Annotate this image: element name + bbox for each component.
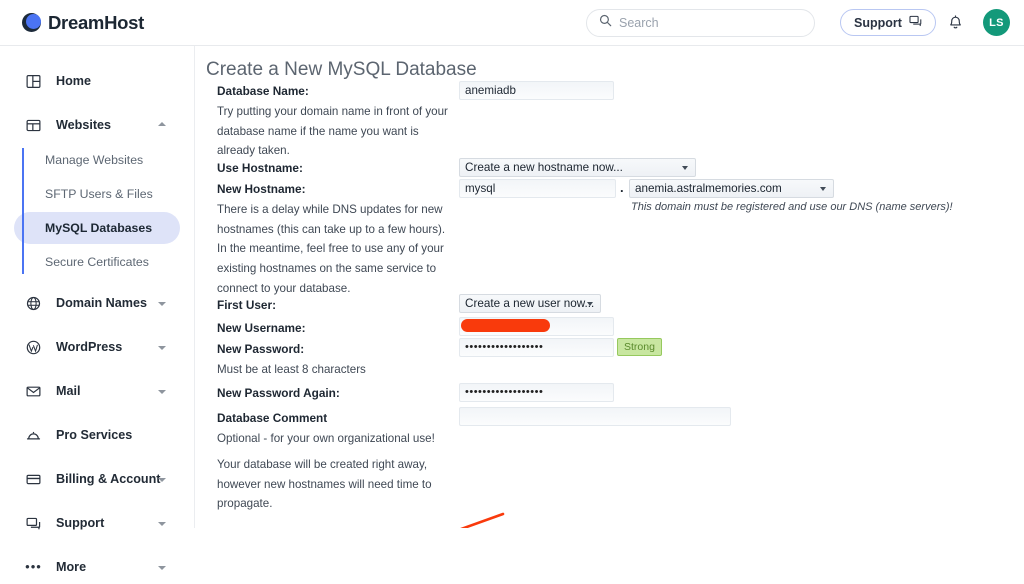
label-new-password: New Password: [217,342,304,356]
sidebar-item-label: Websites [56,118,111,132]
search-input[interactable] [619,16,802,30]
helper-new-password: Must be at least 8 characters [217,360,447,380]
helper-database-comment: Optional - for your own organizational u… [217,429,467,449]
helper-new-hostname: There is a delay while DNS updates for n… [217,200,457,299]
sidebar-subitem-label: Secure Certificates [45,255,149,269]
chat-bubble-icon [24,516,43,531]
sidebar-item-mysql-databases[interactable]: MySQL Databases [14,212,180,244]
main-content: Create a New MySQL Database Database Nam… [195,46,1024,528]
websites-subnav: Manage Websites SFTP Users & Files MySQL… [0,144,194,278]
username-redaction-overlay [461,319,550,332]
chevron-down-icon [158,302,166,306]
sidebar-item-sftp-users-files[interactable]: SFTP Users & Files [14,178,180,210]
page-title: Create a New MySQL Database [206,59,477,81]
domain-registration-note: This domain must be registered and use o… [631,201,953,213]
chevron-down-icon [158,478,166,482]
sidebar-item-billing-account[interactable]: Billing & Account [14,462,180,496]
support-button-label: Support [854,16,902,30]
label-new-username: New Username: [217,321,306,335]
chevron-down-icon [682,166,688,170]
label-new-hostname: New Hostname: [217,182,306,196]
creation-footer-note: Your database will be created right away… [217,455,457,514]
label-first-user: First User: [217,298,276,312]
database-name-input[interactable] [459,81,614,100]
sidebar-item-wordpress[interactable]: WordPress [14,330,180,364]
use-hostname-selected-value: Create a new hostname now... [465,161,623,174]
sidebar: Home Websites Manage Websites SFTP Users… [0,46,195,528]
notifications-bell-icon[interactable] [944,11,966,33]
new-password-again-masked-value: •••••••••••••••••• [465,386,543,398]
helper-database-name: Try putting your domain name in front of… [217,102,457,161]
search-box[interactable] [586,9,815,37]
hostname-separator: . [620,180,624,195]
ellipsis-icon: ••• [24,563,43,571]
top-bar: DreamHost Support LS [0,0,1024,46]
hostname-domain-select[interactable]: anemia.astralmemories.com [629,179,834,198]
new-hostname-prefix-input[interactable] [459,179,616,198]
sidebar-item-support[interactable]: Support [14,506,180,540]
brand-name: DreamHost [48,12,144,34]
sidebar-item-label: Pro Services [56,428,132,442]
credit-card-icon [24,472,43,487]
globe-icon [24,296,43,311]
new-password-input[interactable]: •••••••••••••••••• [459,338,614,357]
sidebar-item-pro-services[interactable]: Pro Services [14,418,180,452]
label-new-password-again: New Password Again: [217,386,340,400]
dashboard-icon [24,74,43,89]
chat-bubble-icon [909,15,922,31]
sidebar-item-label: WordPress [56,340,122,354]
chevron-down-icon [158,522,166,526]
user-avatar[interactable]: LS [983,9,1010,36]
wordpress-icon [24,340,43,355]
brand-logo[interactable]: DreamHost [22,12,144,34]
first-user-selected-value: Create a new user now... [465,297,594,310]
browser-window-icon [24,118,43,133]
sidebar-subitem-label: MySQL Databases [45,221,152,235]
label-use-hostname: Use Hostname: [217,161,303,175]
sidebar-item-label: Domain Names [56,296,147,310]
first-user-select[interactable]: Create a new user now... [459,294,601,313]
sidebar-subitem-label: SFTP Users & Files [45,187,153,201]
new-password-masked-value: •••••••••••••••••• [465,341,543,353]
sidebar-item-manage-websites[interactable]: Manage Websites [14,144,180,176]
sidebar-item-label: Home [56,74,91,88]
use-hostname-select[interactable]: Create a new hostname now... [459,158,696,177]
chevron-down-icon [158,390,166,394]
new-password-again-input[interactable]: •••••••••••••••••• [459,383,614,402]
chevron-up-icon [158,122,166,126]
chevron-down-icon [158,346,166,350]
sidebar-item-domain-names[interactable]: Domain Names [14,286,180,320]
support-button[interactable]: Support [840,9,936,36]
label-database-name: Database Name: [217,84,309,98]
sidebar-item-label: Billing & Account [56,472,160,486]
password-strength-badge: Strong [617,338,662,356]
sidebar-subitem-label: Manage Websites [45,153,143,167]
chevron-down-icon [820,187,826,191]
sidebar-item-mail[interactable]: Mail [14,374,180,408]
chevron-down-icon [158,566,166,570]
dreamhost-moon-logo-icon [22,13,41,32]
label-database-comment: Database Comment [217,411,327,425]
database-comment-input[interactable] [459,407,731,426]
sidebar-item-label: Mail [56,384,81,398]
sidebar-item-label: More [56,560,86,574]
envelope-icon [24,384,43,399]
hostname-domain-selected-value: anemia.astralmemories.com [635,182,782,195]
avatar-initials: LS [989,17,1004,29]
sidebar-item-secure-certificates[interactable]: Secure Certificates [14,246,180,278]
sidebar-item-websites[interactable]: Websites [14,108,180,142]
sidebar-item-home[interactable]: Home [14,64,180,98]
sidebar-item-more[interactable]: ••• More [14,550,180,584]
chevron-down-icon [587,302,593,306]
service-bell-icon [24,428,43,443]
search-icon [599,14,612,32]
